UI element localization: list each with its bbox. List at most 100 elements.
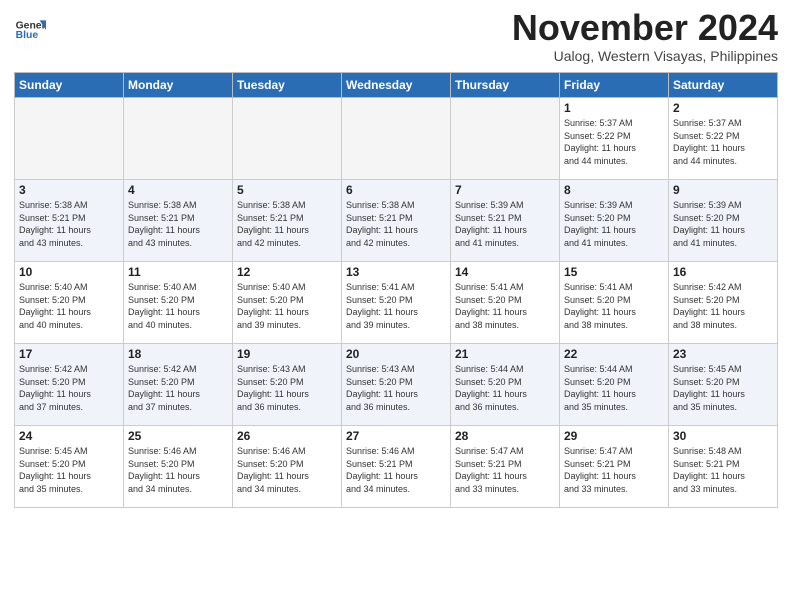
- weekday-header-sunday: Sunday: [15, 73, 124, 98]
- day-number: 5: [237, 183, 337, 197]
- calendar-cell: 9 Sunrise: 5:39 AM Sunset: 5:20 PM Daylig…: [669, 180, 778, 262]
- day-number: 24: [19, 429, 119, 443]
- calendar-cell: 8Sunrise: 5:39 AM Sunset: 5:20 PM Daylig…: [560, 180, 669, 262]
- svg-text:Blue: Blue: [16, 30, 39, 41]
- day-number: 18: [128, 347, 228, 361]
- calendar-cell: 7Sunrise: 5:39 AM Sunset: 5:21 PM Daylig…: [451, 180, 560, 262]
- day-number: 2: [673, 101, 773, 115]
- day-number: 30: [673, 429, 773, 443]
- day-number: 7: [455, 183, 555, 197]
- calendar-week-row: 24 Sunrise: 5:45 AM Sunset: 5:20 PM Dayli…: [15, 426, 778, 508]
- day-number: 29: [564, 429, 664, 443]
- day-info: Sunrise: 5:47 AM Sunset: 5:21 PM Dayligh…: [564, 445, 664, 495]
- day-number: 28: [455, 429, 555, 443]
- calendar-cell: 20 Sunrise: 5:43 AM Sunset: 5:20 PM Dayli…: [342, 344, 451, 426]
- calendar-cell: [124, 98, 233, 180]
- day-info: Sunrise: 5:37 AM Sunset: 5:22 PM Dayligh…: [673, 117, 773, 167]
- calendar-cell: 30 Sunrise: 5:48 AM Sunset: 5:21 PM Dayli…: [669, 426, 778, 508]
- calendar-cell: 24 Sunrise: 5:45 AM Sunset: 5:20 PM Dayli…: [15, 426, 124, 508]
- day-info: Sunrise: 5:41 AM Sunset: 5:20 PM Dayligh…: [455, 281, 555, 331]
- day-number: 1: [564, 101, 664, 115]
- calendar-cell: 6 Sunrise: 5:38 AM Sunset: 5:21 PM Daylig…: [342, 180, 451, 262]
- calendar-week-row: 10 Sunrise: 5:40 AM Sunset: 5:20 PM Dayli…: [15, 262, 778, 344]
- weekday-header-friday: Friday: [560, 73, 669, 98]
- calendar-table: SundayMondayTuesdayWednesdayThursdayFrid…: [14, 72, 778, 508]
- day-number: 19: [237, 347, 337, 361]
- logo: General Blue: [14, 14, 50, 46]
- day-info: Sunrise: 5:44 AM Sunset: 5:20 PM Dayligh…: [564, 363, 664, 413]
- day-number: 9: [673, 183, 773, 197]
- page: General Blue November 2024 Ualog, Wester…: [0, 0, 792, 518]
- day-info: Sunrise: 5:38 AM Sunset: 5:21 PM Dayligh…: [237, 199, 337, 249]
- day-number: 3: [19, 183, 119, 197]
- calendar-header-row: SundayMondayTuesdayWednesdayThursdayFrid…: [15, 73, 778, 98]
- calendar-week-row: 1 Sunrise: 5:37 AM Sunset: 5:22 PM Daylig…: [15, 98, 778, 180]
- weekday-header-tuesday: Tuesday: [233, 73, 342, 98]
- calendar-week-row: 17 Sunrise: 5:42 AM Sunset: 5:20 PM Dayli…: [15, 344, 778, 426]
- day-number: 10: [19, 265, 119, 279]
- calendar-cell: 2 Sunrise: 5:37 AM Sunset: 5:22 PM Daylig…: [669, 98, 778, 180]
- day-info: Sunrise: 5:40 AM Sunset: 5:20 PM Dayligh…: [237, 281, 337, 331]
- day-number: 14: [455, 265, 555, 279]
- day-number: 22: [564, 347, 664, 361]
- day-number: 20: [346, 347, 446, 361]
- day-number: 26: [237, 429, 337, 443]
- day-number: 25: [128, 429, 228, 443]
- header: General Blue November 2024 Ualog, Wester…: [14, 10, 778, 64]
- day-info: Sunrise: 5:38 AM Sunset: 5:21 PM Dayligh…: [346, 199, 446, 249]
- day-info: Sunrise: 5:41 AM Sunset: 5:20 PM Dayligh…: [346, 281, 446, 331]
- day-info: Sunrise: 5:42 AM Sunset: 5:20 PM Dayligh…: [673, 281, 773, 331]
- day-number: 17: [19, 347, 119, 361]
- day-number: 23: [673, 347, 773, 361]
- weekday-header-saturday: Saturday: [669, 73, 778, 98]
- calendar-cell: 14 Sunrise: 5:41 AM Sunset: 5:20 PM Dayli…: [451, 262, 560, 344]
- day-number: 6: [346, 183, 446, 197]
- logo-icon: General Blue: [14, 14, 46, 46]
- day-info: Sunrise: 5:38 AM Sunset: 5:21 PM Dayligh…: [128, 199, 228, 249]
- day-info: Sunrise: 5:47 AM Sunset: 5:21 PM Dayligh…: [455, 445, 555, 495]
- calendar-cell: 19 Sunrise: 5:43 AM Sunset: 5:20 PM Dayli…: [233, 344, 342, 426]
- day-info: Sunrise: 5:42 AM Sunset: 5:20 PM Dayligh…: [128, 363, 228, 413]
- day-info: Sunrise: 5:46 AM Sunset: 5:21 PM Dayligh…: [346, 445, 446, 495]
- weekday-header-monday: Monday: [124, 73, 233, 98]
- calendar-cell: 12 Sunrise: 5:40 AM Sunset: 5:20 PM Dayli…: [233, 262, 342, 344]
- day-number: 21: [455, 347, 555, 361]
- day-info: Sunrise: 5:37 AM Sunset: 5:22 PM Dayligh…: [564, 117, 664, 167]
- calendar-cell: 17 Sunrise: 5:42 AM Sunset: 5:20 PM Dayli…: [15, 344, 124, 426]
- calendar-cell: 18 Sunrise: 5:42 AM Sunset: 5:20 PM Dayli…: [124, 344, 233, 426]
- day-number: 15: [564, 265, 664, 279]
- calendar-cell: 22 Sunrise: 5:44 AM Sunset: 5:20 PM Dayli…: [560, 344, 669, 426]
- calendar-cell: 15 Sunrise: 5:41 AM Sunset: 5:20 PM Dayli…: [560, 262, 669, 344]
- calendar-cell: 21 Sunrise: 5:44 AM Sunset: 5:20 PM Dayli…: [451, 344, 560, 426]
- calendar-cell: 1 Sunrise: 5:37 AM Sunset: 5:22 PM Daylig…: [560, 98, 669, 180]
- calendar-cell: 25Sunrise: 5:46 AM Sunset: 5:20 PM Dayli…: [124, 426, 233, 508]
- day-info: Sunrise: 5:44 AM Sunset: 5:20 PM Dayligh…: [455, 363, 555, 413]
- calendar-cell: 28 Sunrise: 5:47 AM Sunset: 5:21 PM Dayli…: [451, 426, 560, 508]
- calendar-cell: 11Sunrise: 5:40 AM Sunset: 5:20 PM Dayli…: [124, 262, 233, 344]
- day-number: 27: [346, 429, 446, 443]
- day-number: 11: [128, 265, 228, 279]
- day-info: Sunrise: 5:42 AM Sunset: 5:20 PM Dayligh…: [19, 363, 119, 413]
- day-number: 12: [237, 265, 337, 279]
- day-info: Sunrise: 5:45 AM Sunset: 5:20 PM Dayligh…: [19, 445, 119, 495]
- calendar-cell: 26 Sunrise: 5:46 AM Sunset: 5:20 PM Dayli…: [233, 426, 342, 508]
- calendar-cell: 5 Sunrise: 5:38 AM Sunset: 5:21 PM Daylig…: [233, 180, 342, 262]
- day-info: Sunrise: 5:48 AM Sunset: 5:21 PM Dayligh…: [673, 445, 773, 495]
- calendar-cell: 29 Sunrise: 5:47 AM Sunset: 5:21 PM Dayli…: [560, 426, 669, 508]
- day-info: Sunrise: 5:41 AM Sunset: 5:20 PM Dayligh…: [564, 281, 664, 331]
- day-info: Sunrise: 5:43 AM Sunset: 5:20 PM Dayligh…: [346, 363, 446, 413]
- day-info: Sunrise: 5:43 AM Sunset: 5:20 PM Dayligh…: [237, 363, 337, 413]
- calendar-cell: 23 Sunrise: 5:45 AM Sunset: 5:20 PM Dayli…: [669, 344, 778, 426]
- calendar-week-row: 3 Sunrise: 5:38 AM Sunset: 5:21 PM Daylig…: [15, 180, 778, 262]
- month-title: November 2024: [512, 10, 778, 46]
- day-number: 16: [673, 265, 773, 279]
- calendar-cell: [233, 98, 342, 180]
- calendar-cell: [15, 98, 124, 180]
- day-info: Sunrise: 5:46 AM Sunset: 5:20 PM Dayligh…: [237, 445, 337, 495]
- day-info: Sunrise: 5:38 AM Sunset: 5:21 PM Dayligh…: [19, 199, 119, 249]
- day-info: Sunrise: 5:39 AM Sunset: 5:20 PM Dayligh…: [673, 199, 773, 249]
- day-info: Sunrise: 5:45 AM Sunset: 5:20 PM Dayligh…: [673, 363, 773, 413]
- calendar-cell: 13Sunrise: 5:41 AM Sunset: 5:20 PM Dayli…: [342, 262, 451, 344]
- day-info: Sunrise: 5:39 AM Sunset: 5:20 PM Dayligh…: [564, 199, 664, 249]
- calendar-cell: 4Sunrise: 5:38 AM Sunset: 5:21 PM Daylig…: [124, 180, 233, 262]
